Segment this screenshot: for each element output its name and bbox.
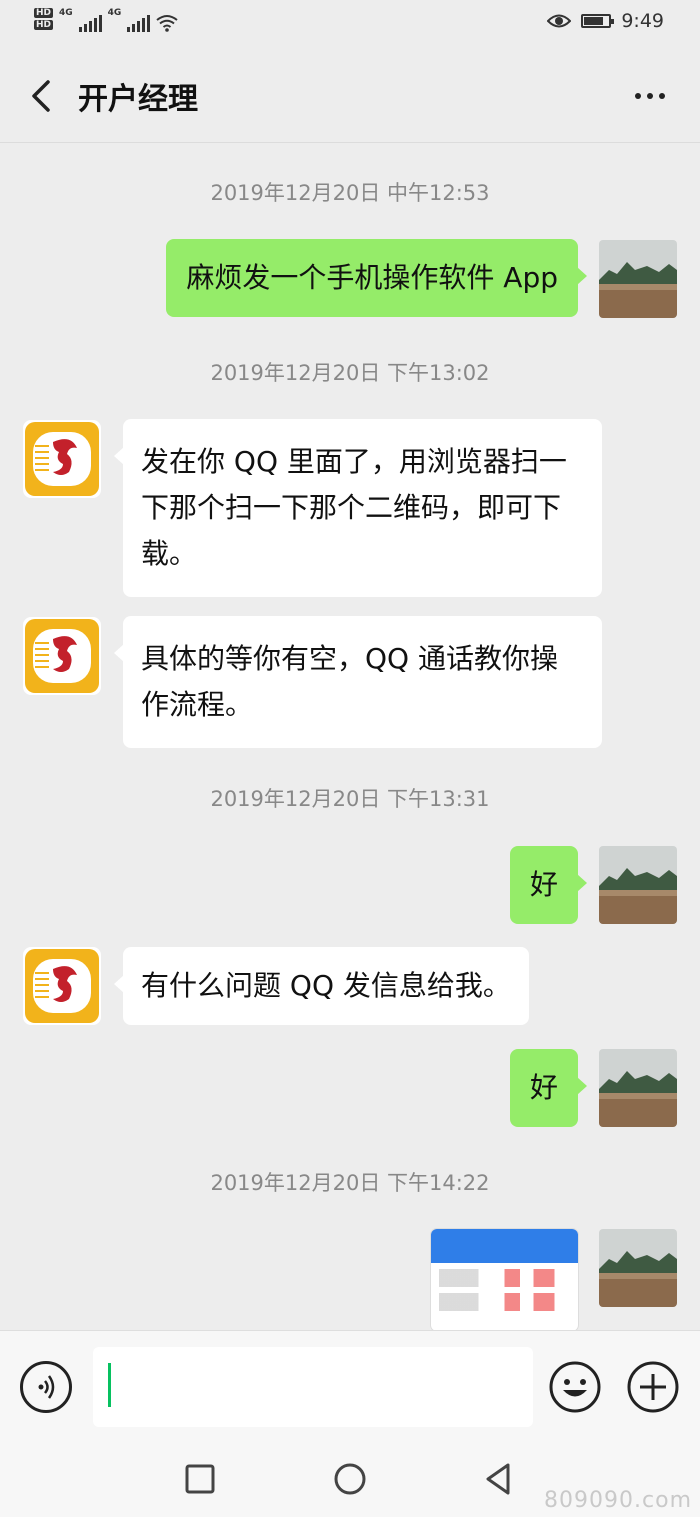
recent-apps-icon[interactable]: [183, 1462, 217, 1496]
my-avatar[interactable]: [599, 1229, 677, 1307]
chevron-left-icon[interactable]: [24, 76, 64, 116]
contact-message-bubble[interactable]: 具体的等你有空，QQ 通话教你操作流程。: [114, 616, 602, 748]
contact-message-bubble[interactable]: 发在你 QQ 里面了，用浏览器扫一下那个扫一下那个二维码，即可下载。: [114, 419, 602, 597]
hd-badges: HD HD: [34, 8, 54, 32]
message-timestamp: 2019年12月20日 下午13:02: [210, 361, 490, 385]
more-dots-icon[interactable]: [630, 78, 670, 114]
system-nav-bar: 809090.com: [0, 1440, 700, 1517]
my-message-bubble[interactable]: 好: [509, 1049, 588, 1127]
image-thumbnail-row: [439, 1293, 570, 1311]
my-avatar[interactable]: [599, 846, 677, 924]
my-message-bubble[interactable]: 好: [509, 846, 588, 924]
voice-icon[interactable]: [20, 1361, 72, 1413]
plus-icon[interactable]: [627, 1361, 679, 1413]
message-input[interactable]: [93, 1347, 533, 1427]
status-bar: HD HD 4G 4G 9:49: [0, 0, 700, 50]
signal-bars-icon: [127, 14, 151, 32]
chat-messages[interactable]: 2019年12月20日 中午12:53 麻烦发一个手机操作软件 App 2019…: [0, 143, 700, 1330]
text-cursor: [108, 1363, 111, 1407]
network-label: 4G: [107, 8, 122, 18]
contact-avatar[interactable]: [23, 947, 101, 1025]
message-timestamp: 2019年12月20日 中午12:53: [210, 181, 490, 205]
wifi-icon: [156, 15, 178, 32]
input-bar: [0, 1330, 700, 1441]
image-message[interactable]: [431, 1229, 578, 1330]
emoji-icon[interactable]: [549, 1361, 601, 1413]
message-timestamp: 2019年12月20日 下午14:22: [210, 1171, 490, 1195]
image-thumbnail-header: [431, 1229, 578, 1263]
contact-message-bubble[interactable]: 有什么问题 QQ 发信息给我。: [114, 947, 529, 1025]
my-avatar[interactable]: [599, 1049, 677, 1127]
back-triangle-icon[interactable]: [482, 1462, 516, 1496]
signal-bars-icon: [78, 14, 102, 32]
watermark: 809090.com: [544, 1488, 692, 1513]
contact-avatar[interactable]: [23, 420, 101, 498]
image-thumbnail-row: [439, 1269, 570, 1287]
home-icon[interactable]: [333, 1462, 367, 1496]
battery-icon: [581, 14, 615, 28]
status-right: 9:49: [547, 10, 664, 32]
chat-header: 开户经理: [0, 50, 700, 143]
chat-title: 开户经理: [78, 82, 198, 117]
hd-badge: HD: [34, 8, 54, 18]
status-time: 9:49: [621, 10, 664, 32]
contact-avatar[interactable]: [23, 617, 101, 695]
eye-icon: [547, 14, 572, 28]
my-message-bubble[interactable]: 麻烦发一个手机操作软件 App: [166, 239, 587, 317]
message-timestamp: 2019年12月20日 下午13:31: [210, 787, 490, 811]
my-avatar[interactable]: [599, 240, 677, 318]
network-label: 4G: [59, 8, 73, 18]
hd-badge: HD: [34, 20, 54, 30]
status-left: HD HD 4G 4G: [34, 8, 178, 32]
